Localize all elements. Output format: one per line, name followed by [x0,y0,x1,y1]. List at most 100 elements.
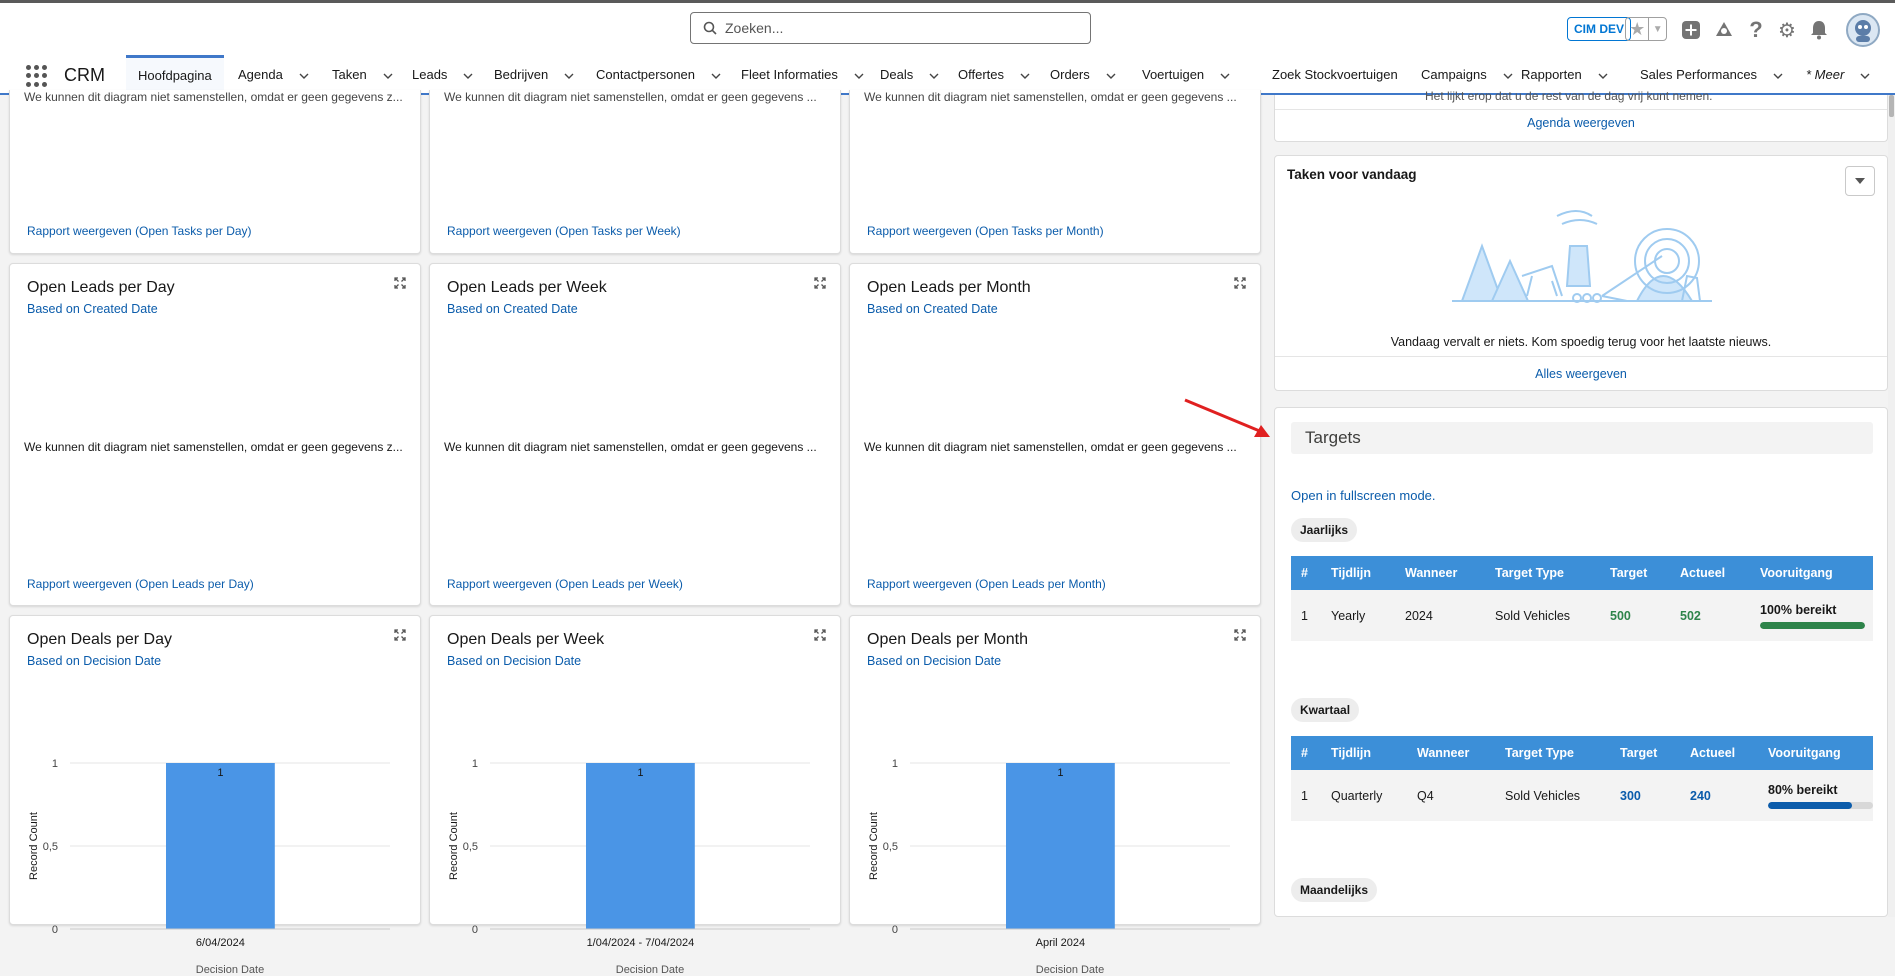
report-link[interactable]: Rapport weergeven (Open Tasks per Day) [27,224,252,238]
deals-chart-card: Open Deals per Week Based on Decision Dat… [429,615,841,976]
y-tick-label: 0 [52,924,58,936]
column-header: Actueel [1670,556,1750,590]
tab-sales-performances[interactable]: Sales Performances [1628,55,1795,93]
search-input[interactable]: Zoeken... [690,12,1091,44]
chevron-down-icon[interactable] [854,69,864,79]
cell-actual: 502 [1670,590,1750,641]
agenda-view-link[interactable]: Agenda weergeven [1275,109,1887,130]
expand-icon[interactable] [1234,277,1246,289]
chevron-down-icon[interactable] [1106,69,1116,79]
tasks-chart-card: We kunnen dit diagram niet samenstellen,… [849,90,1261,254]
chevron-down-icon[interactable] [1598,69,1608,79]
trailhead-icon[interactable] [1713,19,1735,41]
tab-contactpersonen[interactable]: Contactpersonen [584,55,733,93]
chart-title: Open Leads per Week [447,279,607,296]
expand-icon[interactable] [814,629,826,641]
cell-target: 500 [1600,590,1670,641]
chevron-down-icon[interactable] [1220,69,1230,79]
column-header: Target Type [1485,556,1600,590]
chevron-down-icon[interactable] [1773,69,1783,79]
data-label: 1 [217,767,223,779]
chart-title: Open Deals per Week [447,631,605,648]
app-launcher-icon[interactable] [26,65,48,87]
y-axis-title: Record Count [448,812,460,880]
tab-taken[interactable]: Taken [320,55,405,93]
tab-campaigns[interactable]: Campaigns [1409,55,1525,93]
data-label: 1 [637,767,643,779]
tab-agenda[interactable]: Agenda [226,55,321,93]
targets-card: Targets Open in fullscreen mode. Jaarlij… [1274,407,1888,917]
chevron-down-icon [1855,178,1865,184]
tasks-view-all-link[interactable]: Alles weergeven [1275,356,1887,381]
report-link[interactable]: Rapport weergeven (Open Tasks per Month) [867,224,1104,238]
chart-title: Open Leads per Day [27,279,175,296]
tab-label: Rapporten [1521,66,1582,82]
cell-type: Sold Vehicles [1485,590,1600,641]
tab-label: Hoofdpagina [138,68,212,83]
tasks-chart-card: We kunnen dit diagram niet samenstellen,… [429,90,841,254]
report-link[interactable]: Rapport weergeven (Open Leads per Month) [867,577,1106,591]
cell-target: 300 [1610,770,1680,821]
chart-title: Open Deals per Day [27,631,172,648]
tab-rapporten[interactable]: Rapporten [1509,55,1620,93]
tab-bedrijven[interactable]: Bedrijven [482,55,586,93]
tab-voertuigen[interactable]: Voertuigen [1130,55,1242,93]
table-row: 1 Yearly 2024 Sold Vehicles 500 502 100% berei… [1291,590,1873,641]
agenda-empty-message: Het lijkt erop dat u de rest van de dag … [1425,89,1713,103]
chevron-down-icon[interactable] [564,69,574,79]
bell-icon[interactable] [1808,19,1830,41]
tab-fleet-informaties[interactable]: Fleet Informaties [729,55,876,93]
avatar[interactable] [1846,13,1880,47]
tab-leads[interactable]: Leads [400,55,485,93]
expand-icon[interactable] [394,629,406,641]
tab-offertes[interactable]: Offertes [946,55,1042,93]
expand-icon[interactable] [394,277,406,289]
section-label: Kwartaal [1291,698,1360,722]
y-tick-label: 0,5 [43,841,58,853]
tasks-dropdown-button[interactable] [1845,166,1875,196]
cell-num: 1 [1291,770,1321,821]
tab--meer[interactable]: * Meer [1794,55,1882,93]
chevron-down-icon[interactable] [383,69,393,79]
chevron-down-icon[interactable] [1020,69,1030,79]
report-link[interactable]: Rapport weergeven (Open Leads per Day) [27,577,254,591]
tab-label: Zoek Stockvoertuigen [1272,66,1398,82]
tab-zoek-stockvoertuigen[interactable]: Zoek Stockvoertuigen [1260,55,1410,93]
column-header: Vooruitgang [1758,736,1873,770]
expand-icon[interactable] [1234,629,1246,641]
y-axis-title: Record Count [868,812,880,880]
column-header: Tijdlijn [1321,736,1407,770]
chevron-down-icon[interactable] [299,69,309,79]
fullscreen-link[interactable]: Open in fullscreen mode. [1291,488,1436,503]
favorites-group[interactable]: ★ ▼ [1625,17,1667,41]
report-link[interactable]: Rapport weergeven (Open Leads per Week) [447,577,683,591]
help-icon[interactable]: ? [1745,17,1767,42]
progress-label: 100% bereikt [1760,602,1837,617]
tab-hoofdpagina[interactable]: Hoofdpagina [126,55,224,93]
chevron-down-icon[interactable] [929,69,939,79]
column-header: Vooruitgang [1750,556,1873,590]
progress-label: 80% bereikt [1768,782,1838,797]
chevron-down-icon[interactable] [1860,69,1870,79]
report-link[interactable]: Rapport weergeven (Open Tasks per Week) [447,224,681,238]
x-axis-title: Decision Date [196,964,264,976]
expand-icon[interactable] [814,277,826,289]
table-row: 1 Quarterly Q4 Sold Vehicles 300 240 80% berei… [1291,770,1873,821]
gear-icon[interactable]: ⚙ [1776,19,1798,42]
tab-deals[interactable]: Deals [868,55,951,93]
chevron-down-icon[interactable] [463,69,473,79]
tab-label: Leads [412,66,448,82]
column-header: Target [1610,736,1680,770]
tab-orders[interactable]: Orders [1038,55,1128,93]
y-tick-label: 0,5 [883,841,898,853]
org-badge[interactable]: CIM DEV [1567,17,1632,41]
add-icon[interactable] [1680,19,1702,41]
cell-actual: 240 [1680,770,1758,821]
chevron-down-icon[interactable] [711,69,721,79]
cell-progress: 80% bereikt [1758,770,1873,821]
star-icon[interactable]: ★ [1626,18,1650,40]
chevron-down-icon[interactable]: ▼ [1649,18,1666,40]
tab-label: Fleet Informaties [741,66,838,82]
scrollbar[interactable] [1888,95,1895,917]
column-header: Tijdlijn [1321,556,1395,590]
